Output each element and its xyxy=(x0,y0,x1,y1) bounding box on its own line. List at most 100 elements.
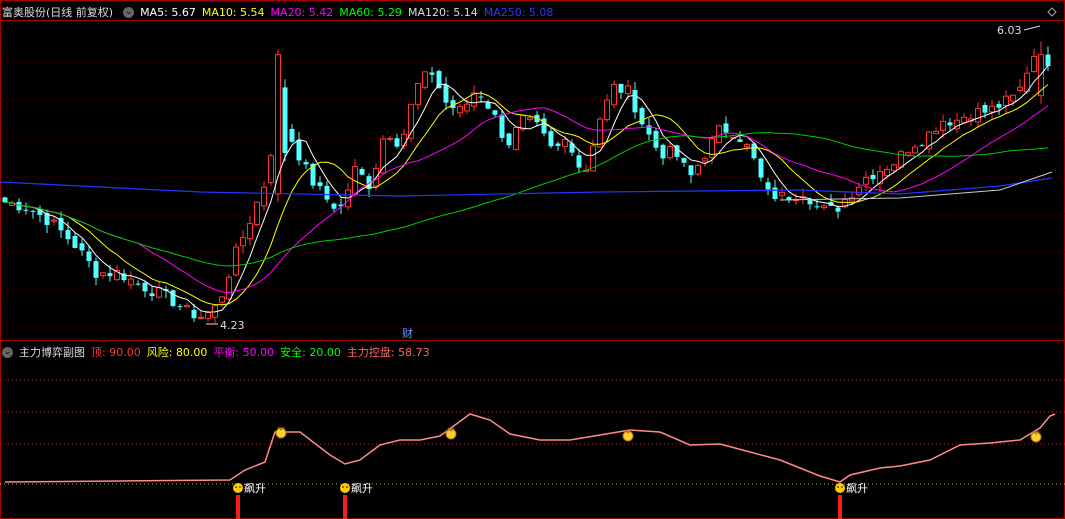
ma250-line xyxy=(0,177,1053,197)
candle-body-down xyxy=(296,139,302,161)
candle-body-down xyxy=(555,143,561,146)
candle-body-up xyxy=(891,164,897,172)
candle-body-up xyxy=(597,118,603,148)
candle-body-up xyxy=(51,219,57,222)
signal-bar xyxy=(236,495,240,519)
candle-body-down xyxy=(478,96,484,98)
candle-body-up xyxy=(940,120,946,131)
candle-body-down xyxy=(16,201,22,211)
candle-body-up xyxy=(779,191,785,196)
high-price-label: 6.03 xyxy=(997,24,1022,37)
ma10-line xyxy=(4,84,1049,306)
candle-body-up xyxy=(1010,94,1016,102)
candle-body-down xyxy=(618,83,624,93)
low-price-label: 4.23 xyxy=(220,319,245,332)
high-arrow xyxy=(1023,25,1041,31)
candle-body-up xyxy=(821,205,827,209)
candle-body-down xyxy=(639,108,645,125)
candle-body-up xyxy=(702,158,708,162)
candle-body-down xyxy=(835,207,841,212)
candle-body-up xyxy=(695,164,701,175)
candle-body-down xyxy=(492,110,498,115)
candle-body-up xyxy=(912,146,918,154)
candle-body-up xyxy=(233,246,239,276)
candle-body-up xyxy=(1031,55,1037,73)
candle-body-down xyxy=(2,197,8,203)
ma60-line xyxy=(4,132,1049,267)
smiley-eye xyxy=(346,486,348,488)
candle-body-down xyxy=(443,84,449,103)
candle-body-up xyxy=(205,312,211,319)
candle-body-down xyxy=(576,155,582,168)
candle-body-down xyxy=(317,182,323,187)
candle-body-up xyxy=(562,139,568,148)
candle-body-down xyxy=(499,114,505,138)
candle-body-down xyxy=(548,131,554,147)
smiley-eye xyxy=(239,486,241,488)
candle-body-down xyxy=(191,309,197,319)
candle-body-down xyxy=(394,138,400,147)
candle-body-down xyxy=(758,158,764,178)
candle-body-up xyxy=(856,186,862,196)
candle-body-up xyxy=(863,176,869,185)
candle-body-up xyxy=(989,105,995,113)
candlestick-chart[interactable]: 6.03 4.23 财飙升 飙升 飙升 xyxy=(0,0,1065,519)
candle-body-up xyxy=(198,316,204,319)
candle-body-down xyxy=(359,169,365,175)
candle-body-down xyxy=(170,290,176,306)
candle-body-down xyxy=(765,182,771,190)
candle-body-down xyxy=(688,165,694,176)
chart-border xyxy=(0,0,1065,519)
candle-body-down xyxy=(660,144,666,159)
candle-body-up xyxy=(744,144,750,148)
candle-body-up xyxy=(604,99,610,121)
candle-body-down xyxy=(303,162,309,165)
ma5-line xyxy=(4,65,1049,313)
candle-body-down xyxy=(79,243,85,251)
candle-body-up xyxy=(884,168,890,176)
candle-body-down xyxy=(65,229,71,240)
candle-body-up xyxy=(667,146,673,159)
candle-body-down xyxy=(681,158,687,163)
candle-body-up xyxy=(716,125,722,143)
candle-body-up xyxy=(422,71,428,88)
candle-body-up xyxy=(1017,86,1023,92)
candle-body-down xyxy=(1045,54,1051,67)
signal-bar xyxy=(343,495,347,519)
candle-body-down xyxy=(772,187,778,200)
candle-body-up xyxy=(527,117,533,121)
candle-body-down xyxy=(632,90,638,113)
signal-label: 飙升 xyxy=(351,481,373,495)
main-control-line xyxy=(4,413,1056,483)
candle-body-down xyxy=(86,251,92,262)
candle-body-down xyxy=(30,210,36,212)
candle-body-up xyxy=(184,305,190,308)
candle-body-up xyxy=(240,237,246,247)
candle-body-down xyxy=(919,145,925,147)
candle-body-up xyxy=(415,82,421,106)
candle-body-down xyxy=(23,209,29,211)
candle-body-up xyxy=(261,186,267,207)
candle-body-up xyxy=(625,85,631,94)
candle-body-up xyxy=(387,137,393,140)
candle-body-down xyxy=(429,72,435,75)
candle-body-up xyxy=(961,116,967,124)
smiley-eye xyxy=(841,486,843,488)
candle-body-up xyxy=(464,103,470,112)
candle-body-up xyxy=(128,278,134,286)
smiley-icon xyxy=(340,483,350,493)
candle-body-up xyxy=(1003,95,1009,106)
candle-body-up xyxy=(268,155,274,184)
candle-body-down xyxy=(135,283,141,285)
candle-body-down xyxy=(814,206,820,208)
candle-body-up xyxy=(226,276,232,300)
candle-body-down xyxy=(142,282,148,292)
candle-body-down xyxy=(93,261,99,278)
smiley-icon xyxy=(835,483,845,493)
candle-body-down xyxy=(982,104,988,113)
candle-body-down xyxy=(737,139,743,143)
candle-body-down xyxy=(177,306,183,308)
candle-body-down xyxy=(324,185,330,200)
candle-body-down xyxy=(107,273,113,277)
signal-label: 飙升 xyxy=(244,481,266,495)
